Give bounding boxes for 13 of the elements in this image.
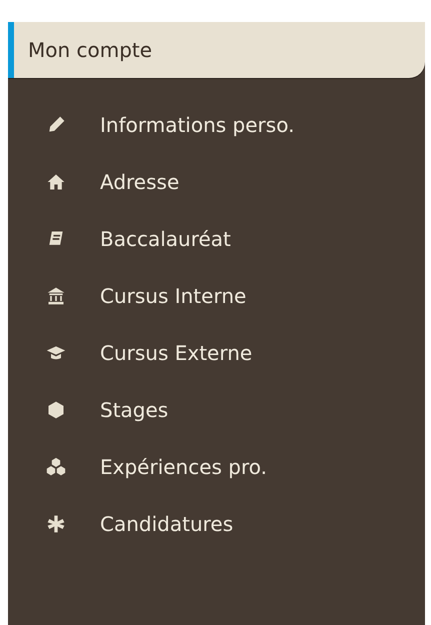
menu-item[interactable]: Cursus Externe: [8, 324, 425, 381]
home-icon: [46, 172, 66, 192]
menu-item[interactable]: Cursus Interne: [8, 267, 425, 324]
menu-item[interactable]: Informations perso.: [8, 96, 425, 153]
menu-item[interactable]: Expériences pro.: [8, 438, 425, 495]
menu-item[interactable]: Candidatures: [8, 495, 425, 552]
menu-item[interactable]: Baccalauréat: [8, 210, 425, 267]
menu-item[interactable]: Stages: [8, 381, 425, 438]
bank-icon: [46, 286, 66, 306]
cubes-icon: [46, 456, 66, 476]
section-title: Mon compte: [28, 38, 152, 62]
menu-item[interactable]: Adresse: [8, 153, 425, 210]
asterisk-icon: [46, 514, 66, 534]
